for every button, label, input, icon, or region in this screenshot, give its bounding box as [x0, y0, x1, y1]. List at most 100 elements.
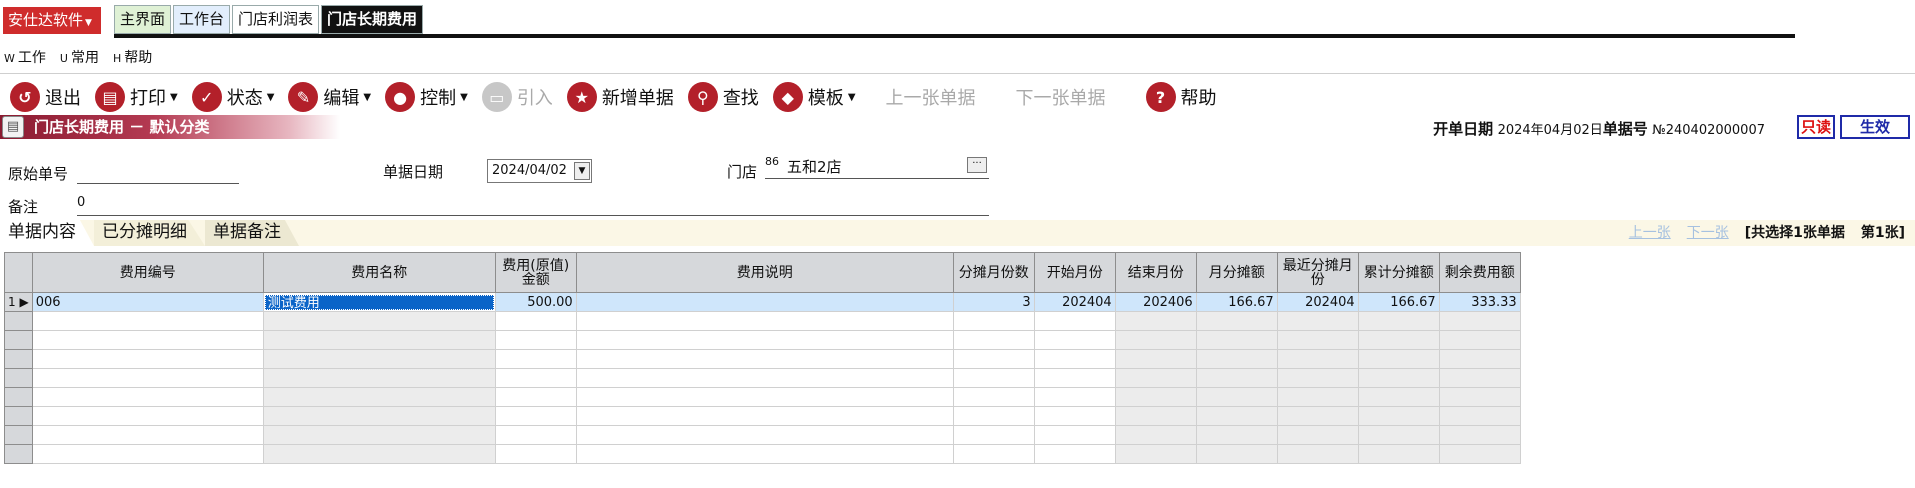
empty-cell[interactable]	[952, 349, 1035, 369]
empty-cell[interactable]	[31, 368, 264, 388]
empty-cell[interactable]	[1114, 368, 1197, 388]
cell-amount[interactable]: 500.00	[494, 292, 577, 312]
empty-row[interactable]	[4, 406, 1521, 426]
column-header[interactable]: 费用(原值)金额	[494, 252, 577, 293]
empty-cell[interactable]	[1276, 406, 1359, 426]
empty-cell[interactable]	[1438, 425, 1521, 445]
cell-name[interactable]: 测试费用	[262, 292, 496, 312]
empty-cell[interactable]	[952, 425, 1035, 445]
empty-cell[interactable]	[1195, 425, 1278, 445]
empty-cell[interactable]	[1438, 387, 1521, 407]
empty-cell[interactable]	[494, 368, 577, 388]
empty-cell[interactable]	[1033, 349, 1116, 369]
empty-cell[interactable]	[1276, 368, 1359, 388]
empty-cell[interactable]	[262, 330, 496, 350]
empty-cell[interactable]	[31, 311, 264, 331]
remark-field[interactable]: 0	[77, 192, 989, 216]
empty-cell[interactable]	[262, 444, 496, 464]
new-doc-button[interactable]: ★ 新增单据	[566, 82, 674, 112]
empty-cell[interactable]	[262, 425, 496, 445]
empty-cell[interactable]	[575, 311, 954, 331]
dropdown-arrow-icon[interactable]: ▼	[574, 162, 590, 180]
empty-row[interactable]	[4, 311, 1521, 331]
cell-monthly-amount[interactable]: 166.67	[1195, 292, 1278, 312]
empty-cell[interactable]	[1195, 368, 1278, 388]
empty-cell[interactable]	[31, 349, 264, 369]
empty-cell[interactable]	[494, 330, 577, 350]
empty-cell[interactable]	[494, 444, 577, 464]
empty-cell[interactable]	[575, 425, 954, 445]
empty-cell[interactable]	[494, 425, 577, 445]
cell-remaining[interactable]: 333.33	[1438, 292, 1521, 312]
empty-cell[interactable]	[575, 330, 954, 350]
cell-accumulated[interactable]: 166.67	[1357, 292, 1440, 312]
column-header[interactable]: 结束月份	[1114, 252, 1197, 293]
pager-prev-link[interactable]: 上一张	[1629, 222, 1671, 242]
empty-cell[interactable]	[1276, 444, 1359, 464]
empty-cell[interactable]	[1357, 368, 1440, 388]
control-button[interactable]: ● 控制 ▼	[385, 82, 468, 112]
store-field[interactable]: 86 五和2店 ···	[765, 155, 989, 179]
cell-end-month[interactable]: 202406	[1114, 292, 1197, 312]
empty-cell[interactable]	[1438, 311, 1521, 331]
empty-row[interactable]	[4, 368, 1521, 388]
empty-cell[interactable]	[1438, 349, 1521, 369]
empty-cell[interactable]	[1438, 444, 1521, 464]
empty-cell[interactable]	[494, 311, 577, 331]
empty-cell[interactable]	[494, 387, 577, 407]
empty-cell[interactable]	[1114, 330, 1197, 350]
empty-cell[interactable]	[575, 368, 954, 388]
empty-cell[interactable]	[494, 349, 577, 369]
column-header[interactable]: 分摊月份数	[952, 252, 1035, 293]
empty-cell[interactable]	[1357, 330, 1440, 350]
empty-cell[interactable]	[952, 368, 1035, 388]
empty-cell[interactable]	[262, 387, 496, 407]
print-button[interactable]: ▤ 打印 ▼	[95, 82, 178, 112]
empty-cell[interactable]	[1114, 444, 1197, 464]
empty-cell[interactable]	[1114, 311, 1197, 331]
cell-desc[interactable]	[575, 292, 954, 312]
empty-cell[interactable]	[1195, 387, 1278, 407]
empty-cell[interactable]	[31, 406, 264, 426]
column-header[interactable]: 剩余费用额	[1438, 252, 1521, 293]
nav-tab-store-longterm-expense[interactable]: 门店长期费用	[321, 5, 424, 34]
column-header[interactable]: 最近分摊月份	[1276, 252, 1359, 293]
empty-cell[interactable]	[575, 406, 954, 426]
empty-cell[interactable]	[952, 311, 1035, 331]
empty-cell[interactable]	[952, 406, 1035, 426]
empty-cell[interactable]	[31, 444, 264, 464]
find-button[interactable]: ⚲ 查找	[687, 82, 759, 112]
next-doc-button[interactable]: 下一张单据	[1016, 84, 1106, 110]
empty-cell[interactable]	[1033, 444, 1116, 464]
pager-next-link[interactable]: 下一张	[1687, 222, 1729, 242]
exit-button[interactable]: ↺ 退出	[10, 82, 81, 112]
empty-cell[interactable]	[1276, 349, 1359, 369]
column-header[interactable]: 费用名称	[262, 252, 496, 293]
empty-cell[interactable]	[1114, 387, 1197, 407]
cell-start-month[interactable]: 202404	[1033, 292, 1116, 312]
empty-cell[interactable]	[1276, 330, 1359, 350]
empty-cell[interactable]	[1033, 368, 1116, 388]
empty-cell[interactable]	[1357, 387, 1440, 407]
empty-cell[interactable]	[575, 349, 954, 369]
cell-last-month[interactable]: 202404	[1276, 292, 1359, 312]
column-header[interactable]: 月分摊额	[1195, 252, 1278, 293]
empty-row[interactable]	[4, 330, 1521, 350]
orig-no-field[interactable]	[77, 160, 239, 184]
empty-cell[interactable]	[1033, 311, 1116, 331]
nav-tab-store-profit[interactable]: 门店利润表	[232, 5, 320, 34]
nav-tab-main[interactable]: 主界面	[114, 5, 172, 34]
empty-cell[interactable]	[1438, 330, 1521, 350]
ellipsis-icon[interactable]: ···	[967, 157, 987, 173]
empty-cell[interactable]	[1357, 311, 1440, 331]
empty-cell[interactable]	[1114, 425, 1197, 445]
column-header[interactable]: 费用编号	[31, 252, 264, 293]
empty-cell[interactable]	[1195, 444, 1278, 464]
empty-cell[interactable]	[575, 444, 954, 464]
empty-cell[interactable]	[262, 406, 496, 426]
tab-doc-content[interactable]: 单据内容	[0, 220, 94, 246]
empty-cell[interactable]	[1033, 330, 1116, 350]
tab-allocated-detail[interactable]: 已分摊明细	[94, 220, 205, 246]
empty-cell[interactable]	[262, 311, 496, 331]
empty-cell[interactable]	[1357, 349, 1440, 369]
